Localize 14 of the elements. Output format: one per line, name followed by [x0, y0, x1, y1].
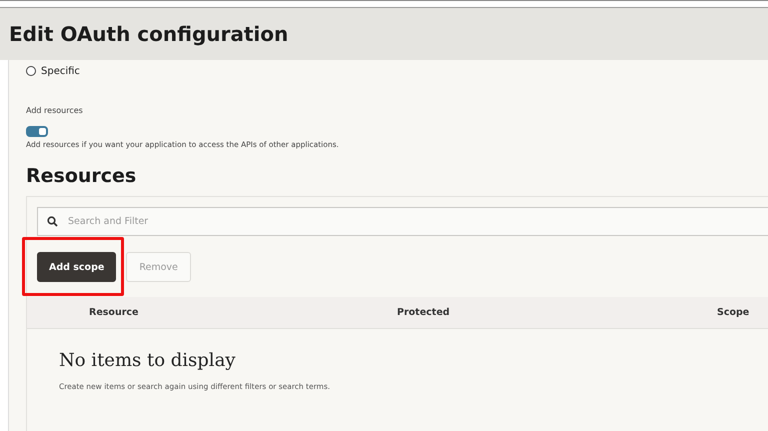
column-header[interactable]: Resource [89, 307, 138, 318]
column-header[interactable]: Protected [397, 307, 450, 318]
search-field[interactable]: Search and Filter [37, 207, 768, 236]
radio-label: Specific [41, 66, 80, 76]
toggle-switch[interactable] [26, 126, 48, 137]
action-button[interactable]: Add scope [37, 252, 116, 282]
radio-option[interactable]: Specific [26, 64, 768, 78]
page-title: Edit OAuth configuration [9, 22, 288, 46]
search-icon [47, 216, 58, 227]
section-title: Resources [26, 165, 138, 187]
column-header[interactable]: Scope [717, 307, 750, 318]
field-label: Add resources [26, 106, 84, 115]
empty-state-title: No items to display [59, 350, 236, 371]
radio-button[interactable] [26, 66, 36, 76]
